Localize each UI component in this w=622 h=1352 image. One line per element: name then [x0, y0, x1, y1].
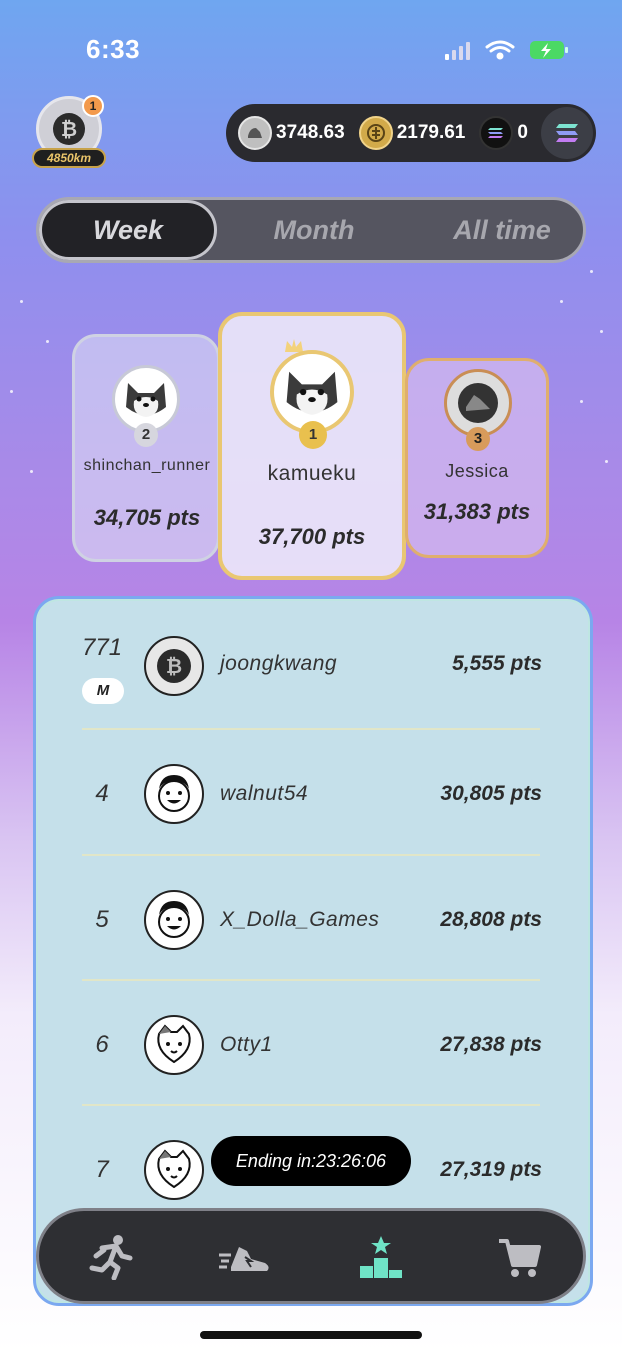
- battery-icon: [530, 41, 568, 59]
- tab-all-time[interactable]: All time: [419, 200, 585, 260]
- me-badge: M: [82, 678, 124, 704]
- notification-badge: 1: [82, 95, 104, 117]
- shopping-cart-icon: [499, 1239, 541, 1277]
- home-indicator: [200, 1331, 422, 1339]
- table-row[interactable]: 4 walnut54 30,805 pts: [82, 762, 542, 832]
- distance-label: 4850km: [32, 148, 106, 168]
- podium-third-points: 31,383 pts: [423, 499, 531, 524]
- solana-icon: [556, 124, 578, 142]
- gst-balance[interactable]: 3748.63: [238, 116, 345, 150]
- sol-balance-value: 0: [517, 122, 528, 143]
- bottom-nav: [36, 1208, 586, 1304]
- my-points: 5,555 pts: [452, 652, 542, 675]
- podium-first-points: 37,700 pts: [258, 524, 366, 549]
- row-points: 27,838 pts: [440, 1033, 542, 1056]
- rank-badge-third: 3: [466, 427, 490, 451]
- sol-coin-icon: [479, 116, 514, 150]
- nav-shop-button[interactable]: [489, 1229, 549, 1285]
- nav-leaderboard-button[interactable]: [351, 1229, 411, 1285]
- leaderboard-podium-icon: [360, 1236, 402, 1278]
- row-divider: [82, 728, 540, 730]
- podium-second-points: 34,705 pts: [93, 505, 201, 530]
- row-rank: 4: [95, 780, 109, 807]
- smiling-face-avatar: [144, 890, 204, 950]
- podium-first-name: kamueku: [267, 462, 357, 485]
- gmt-balance[interactable]: 2179.61: [358, 116, 466, 150]
- row-divider: [82, 854, 540, 856]
- cat-icon: [157, 1024, 191, 1064]
- gst-coin-icon: [238, 116, 272, 150]
- podium-card-first[interactable]: 1 kamueku 37,700 pts: [218, 312, 406, 580]
- row-name: walnut54: [220, 782, 309, 805]
- row-name: X_Dolla_Games: [220, 908, 380, 931]
- row-name: Otty1: [220, 1033, 273, 1056]
- bitcoin-avatar: ₿: [144, 636, 204, 696]
- smiling-face-avatar: [144, 764, 204, 824]
- row-rank: 5: [95, 906, 109, 933]
- podium-card-second[interactable]: 2 shinchan_runner 34,705 pts: [72, 334, 220, 562]
- chain-switch-button[interactable]: [541, 107, 593, 159]
- tab-month[interactable]: Month: [239, 200, 389, 260]
- row-points: 27,319 pts: [440, 1158, 542, 1181]
- shiba-dog-icon: [286, 371, 338, 415]
- gmt-coin-icon: [358, 116, 393, 150]
- bitcoin-icon: ₿: [157, 649, 191, 683]
- row-points: 30,805 pts: [440, 782, 542, 805]
- cat-icon: [157, 1149, 191, 1189]
- podium-card-third[interactable]: 3 Jessica 31,383 pts: [405, 358, 549, 558]
- table-row[interactable]: 5 X_Dolla_Games 28,808 pts: [82, 888, 542, 958]
- sneaker-icon: [219, 1247, 269, 1271]
- run-icon: [89, 1235, 133, 1280]
- svg-text:₿: ₿: [166, 654, 182, 678]
- rank-badge-second: 2: [134, 423, 158, 447]
- wifi-icon: [485, 40, 515, 60]
- ending-timer: Ending in:23:26:06: [211, 1136, 411, 1186]
- row-divider: [82, 1104, 540, 1106]
- gmt-balance-value: 2179.61: [396, 122, 466, 143]
- tab-week[interactable]: Week: [39, 200, 217, 260]
- nav-sneakers-button[interactable]: [215, 1229, 275, 1285]
- svg-text:₿: ₿: [61, 117, 77, 141]
- podium-third-name: Jessica: [445, 461, 509, 481]
- rank-badge-first: 1: [299, 421, 327, 449]
- row-points: 28,808 pts: [440, 908, 542, 931]
- row-rank: 6: [95, 1031, 109, 1058]
- nav-run-button[interactable]: [79, 1229, 139, 1285]
- sol-balance[interactable]: 0: [479, 116, 528, 150]
- smiling-face-icon: [158, 775, 190, 812]
- gst-balance-value: 3748.63: [276, 122, 345, 143]
- podium-second-name: shinchan_runner: [83, 457, 211, 474]
- row-divider: [82, 979, 540, 981]
- shiba-dog-icon: [126, 383, 166, 417]
- period-tabs: Week Month All time: [36, 197, 586, 263]
- cat-avatar: [144, 1015, 204, 1075]
- my-rank-row[interactable]: 771 M ₿ joongkwang 5,555 pts: [82, 634, 542, 704]
- signal-icon: [445, 42, 470, 60]
- status-icons: [445, 38, 570, 62]
- cat-avatar: [144, 1140, 204, 1200]
- my-rank: 771: [82, 634, 123, 661]
- table-row[interactable]: 6 Otty1 27,838 pts: [82, 1013, 542, 1083]
- my-name: joongkwang: [220, 652, 338, 675]
- sneaker-icon: [458, 383, 498, 423]
- status-time: 6:33: [86, 34, 141, 64]
- smiling-face-icon: [158, 901, 190, 938]
- row-rank: 7: [95, 1156, 109, 1183]
